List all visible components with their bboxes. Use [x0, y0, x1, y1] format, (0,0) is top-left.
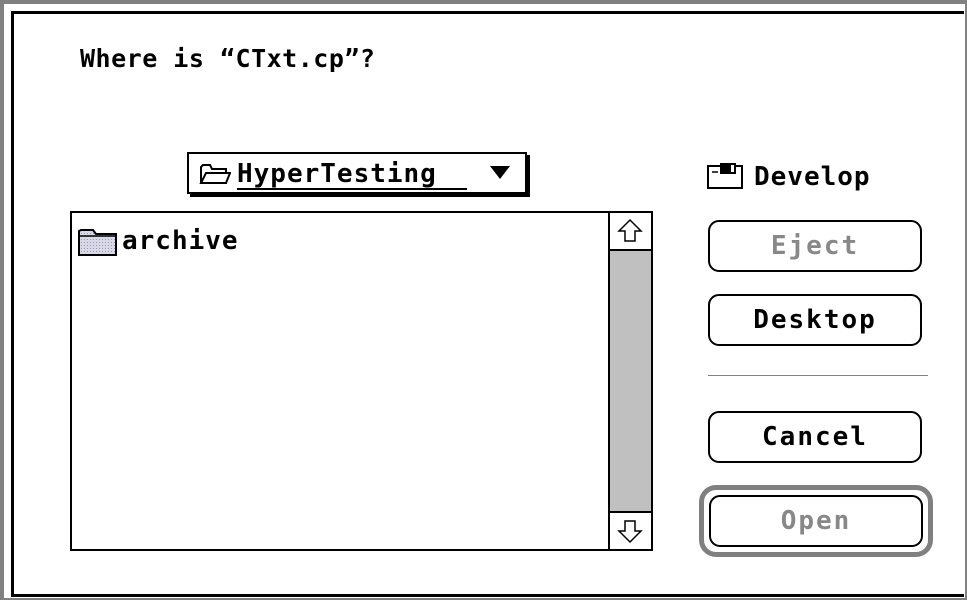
arrow-down-icon: [617, 520, 643, 544]
desktop-button[interactable]: Desktop: [708, 294, 922, 346]
open-folder-icon: [199, 163, 232, 189]
list-item-label: archive: [122, 226, 239, 256]
file-list[interactable]: archive: [70, 211, 653, 551]
eject-button[interactable]: Eject: [708, 220, 922, 272]
folder-popup-menu[interactable]: HyperTesting: [187, 152, 527, 194]
folder-popup-label: HyperTesting: [237, 159, 437, 189]
volume-name: Develop: [754, 162, 871, 192]
dialog-prompt: Where is “CTxt.cp”?: [80, 44, 376, 73]
cancel-button[interactable]: Cancel: [708, 411, 922, 463]
vertical-scrollbar[interactable]: [608, 213, 651, 549]
open-button[interactable]: Open: [709, 495, 923, 547]
scroll-up-button[interactable]: [610, 213, 651, 251]
folder-icon: [78, 227, 118, 261]
divider: [708, 375, 928, 376]
scroll-down-button[interactable]: [610, 511, 651, 549]
list-item[interactable]: archive: [76, 225, 606, 261]
arrow-up-icon: [617, 218, 643, 242]
popup-underline: [237, 188, 467, 190]
default-button-ring: Open: [699, 485, 933, 557]
triangle-down-icon: [489, 165, 511, 185]
disk-icon: [706, 162, 746, 196]
